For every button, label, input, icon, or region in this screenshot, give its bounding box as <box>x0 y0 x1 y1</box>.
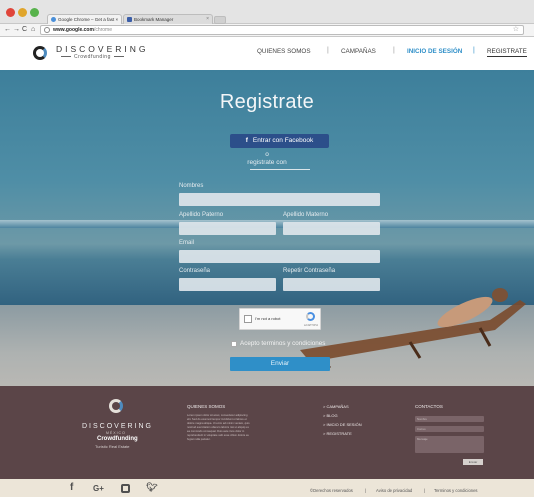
footer-link-label: CAMPAÑAS <box>326 404 349 409</box>
contact-message-field[interactable]: Mensaje <box>415 436 484 453</box>
nombres-label: Nombres <box>179 183 204 189</box>
browser-tab-bar: Google Chrome – Get a fast × Bookmark Ma… <box>0 0 534 24</box>
reload-icon[interactable]: C <box>22 25 27 35</box>
footer <box>0 386 534 479</box>
url-path: /chrome <box>93 27 112 33</box>
footer-logo-tagline: Turistic Real Estate <box>95 444 130 449</box>
submit-button[interactable]: Enviar <box>230 357 330 371</box>
facebook-login-button[interactable]: f Entrar con Facebook <box>230 134 329 148</box>
apellido-materno-label: Apellido Materno <box>283 212 329 218</box>
apellido-paterno-label: Apellido Paterno <box>179 212 224 218</box>
contact-email-field[interactable]: Correo <box>415 426 484 432</box>
nav-separator: | <box>327 47 329 54</box>
footer-quienes-text: Lorem ipsum dolor sit amet, consectetur … <box>187 414 250 441</box>
facebook-icon[interactable]: f <box>70 482 73 493</box>
footer-logo-country: MÉXICO <box>106 431 126 435</box>
nombres-field[interactable] <box>179 193 380 206</box>
bookmark-star-icon[interactable]: ☆ <box>513 25 519 34</box>
footer-quienes-heading: QUIENES SOMOS <box>187 404 226 409</box>
chevron-right-icon: > <box>323 422 326 427</box>
repeat-password-field[interactable] <box>283 278 380 291</box>
bottom-separator: | <box>424 488 426 493</box>
chevron-right-icon: > <box>323 404 326 409</box>
footer-link-label: INICIO DE SESIÓN <box>326 422 362 427</box>
instagram-icon[interactable] <box>121 484 130 493</box>
recaptcha-label: I'm not a robot <box>255 316 281 321</box>
privacy-link[interactable]: Aviso de privacidad <box>376 488 412 493</box>
nav-campanas[interactable]: CAMPAÑAS <box>341 48 376 55</box>
footer-contact-heading: CONTACTOS <box>415 404 443 409</box>
chrome-icon <box>51 17 56 22</box>
nav-separator: | <box>473 47 475 54</box>
contact-send-button[interactable]: Enviar <box>463 459 483 465</box>
apellido-paterno-field[interactable] <box>179 222 276 235</box>
facebook-icon: f <box>245 137 248 144</box>
tab-bookmark-manager[interactable]: Bookmark Manager × <box>123 14 213 24</box>
new-tab-button[interactable] <box>214 16 226 24</box>
nav-registrate[interactable]: REGISTRATE <box>487 48 527 57</box>
chevron-right-icon: > <box>323 413 326 418</box>
apellido-materno-field[interactable] <box>283 222 380 235</box>
repeat-password-label: Repetir Contraseña <box>283 268 336 274</box>
url-host: www.google.com <box>53 27 94 33</box>
password-field[interactable] <box>179 278 276 291</box>
facebook-login-label: Entrar con Facebook <box>252 137 314 144</box>
tab-label: Google Chrome – Get a fast × <box>58 17 119 22</box>
or-text: o <box>265 151 269 158</box>
bookmark-icon <box>127 17 132 22</box>
contact-name-field[interactable]: Nombre <box>415 416 484 422</box>
window-maximize-button[interactable] <box>30 8 39 17</box>
footer-logo-icon <box>109 399 123 413</box>
footer-link-blog[interactable]: > BLOG <box>323 413 338 418</box>
divider <box>250 169 310 170</box>
footer-link-inicio-sesion[interactable]: > INICIO DE SESIÓN <box>323 422 362 427</box>
address-bar[interactable]: www.google.com/chrome ☆ <box>40 25 524 35</box>
twitter-icon[interactable]: 🐦︎ <box>146 482 157 493</box>
window-close-button[interactable] <box>6 8 15 17</box>
nav-inicio-sesion[interactable]: INICIO DE SESIÓN <box>407 48 462 55</box>
close-icon[interactable]: × <box>206 15 209 24</box>
logo-title[interactable]: DISCOVERING <box>56 44 149 54</box>
home-icon[interactable]: ⌂ <box>31 25 35 35</box>
footer-link-label: REGISTRATE <box>326 431 352 436</box>
tab-label: Bookmark Manager <box>134 17 174 22</box>
logo-icon[interactable] <box>33 46 47 60</box>
forward-arrow-icon[interactable]: → <box>13 25 20 35</box>
google-plus-icon[interactable]: G+ <box>93 484 104 493</box>
nav-separator: | <box>393 47 395 54</box>
logo-subtitle: Crowdfunding <box>58 54 127 60</box>
recaptcha-brand: reCAPTCHA <box>303 324 318 327</box>
back-arrow-icon[interactable]: ← <box>4 25 11 35</box>
tab-google-chrome[interactable]: Google Chrome – Get a fast × <box>47 14 122 24</box>
terms-label[interactable]: Acepto terminos y condiciones <box>240 340 325 347</box>
nav-quienes-somos[interactable]: QUIENES SOMOS <box>257 48 311 55</box>
footer-link-label: BLOG <box>326 413 338 418</box>
terms-checkbox[interactable] <box>231 341 237 347</box>
recaptcha-checkbox[interactable] <box>244 315 252 323</box>
register-with-text: registrate con <box>247 159 287 166</box>
recaptcha-icon <box>306 312 315 321</box>
window-minimize-button[interactable] <box>18 8 27 17</box>
footer-link-registrate[interactable]: > REGISTRATE <box>323 431 352 436</box>
footer-logo-crowdfunding: Crowdfunding <box>97 436 138 442</box>
footer-link-campanas[interactable]: > CAMPAÑAS <box>323 404 349 409</box>
browser-toolbar: ← → C ⌂ www.google.com/chrome ☆ <box>0 24 534 37</box>
password-label: Contraseña <box>179 268 211 274</box>
page-info-icon <box>44 27 50 33</box>
bottom-separator: | <box>365 488 367 493</box>
email-field[interactable] <box>179 250 380 263</box>
footer-logo-title: DISCOVERING <box>82 423 154 430</box>
recaptcha-widget: I'm not a robot reCAPTCHA <box>239 308 321 330</box>
rights-text: ©Derechos reservados <box>310 488 353 493</box>
terms-link[interactable]: Terminos y condiciones <box>434 488 478 493</box>
email-label: Email <box>179 240 195 246</box>
chevron-right-icon: > <box>323 431 326 436</box>
page-title: Registrate <box>219 91 315 113</box>
